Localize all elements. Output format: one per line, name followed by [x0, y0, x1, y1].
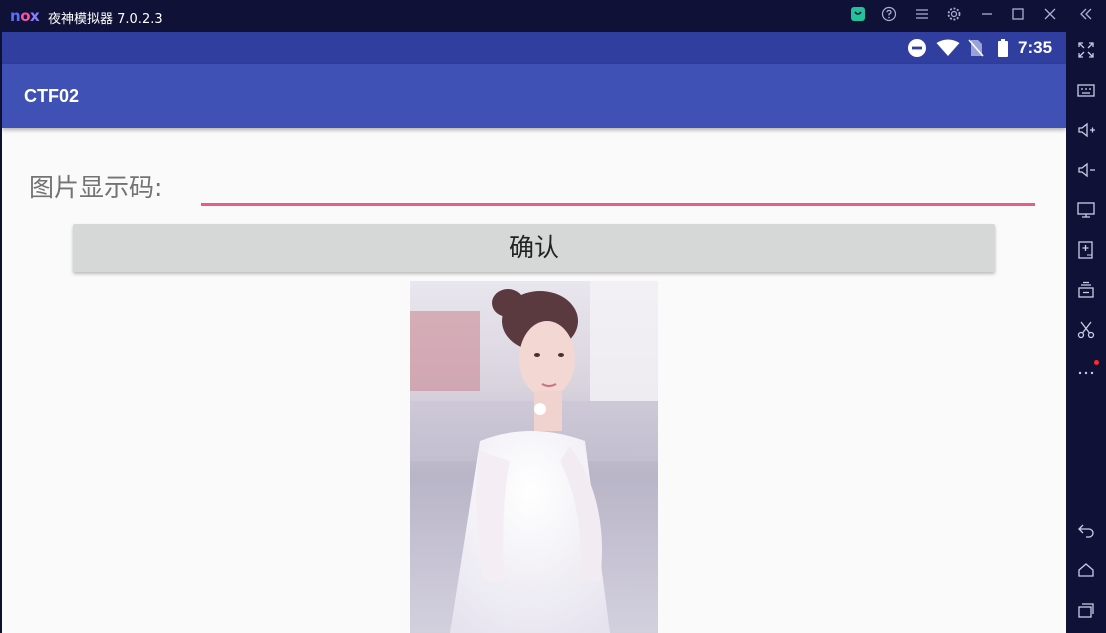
back-icon[interactable]	[1074, 520, 1098, 544]
screenshot-scissors-icon[interactable]	[1074, 320, 1098, 344]
displayed-photo	[410, 281, 658, 633]
emulator-title: 夜神模拟器 7.0.2.3	[48, 12, 163, 27]
volume-up-icon[interactable]	[1074, 120, 1098, 144]
image-code-label: 图片显示码:	[29, 173, 163, 202]
home-icon[interactable]	[1074, 560, 1098, 584]
status-bar: 7:35	[2, 32, 1066, 64]
minimize-icon[interactable]	[977, 6, 997, 26]
no-sim-icon	[968, 39, 984, 57]
battery-icon	[998, 39, 1008, 57]
app-title: CTF02	[24, 86, 80, 106]
keyboard-icon[interactable]	[1074, 80, 1098, 104]
multi-instance-icon[interactable]	[1074, 280, 1098, 304]
confirm-button[interactable]: 确认	[73, 224, 995, 272]
collapse-icon[interactable]	[1076, 6, 1096, 26]
bag-icon[interactable]	[848, 6, 868, 26]
volume-down-icon[interactable]	[1074, 160, 1098, 184]
menu-icon[interactable]	[912, 6, 932, 26]
close-icon[interactable]	[1040, 6, 1060, 26]
android-screen: 7:35 CTF02 图片显示码: 确认	[2, 32, 1066, 633]
maximize-icon[interactable]	[1008, 6, 1028, 26]
screen-icon[interactable]	[1074, 200, 1098, 224]
emulator-sidebar	[1066, 32, 1106, 633]
wifi-icon	[936, 39, 960, 56]
notification-dot	[1094, 360, 1099, 365]
fullscreen-icon[interactable]	[1074, 40, 1098, 64]
gear-icon[interactable]	[944, 6, 964, 26]
apk-install-icon[interactable]	[1074, 240, 1098, 264]
status-time: 7:35	[1018, 38, 1053, 57]
app-bar: CTF02	[2, 64, 1066, 128]
do-not-disturb-icon	[908, 39, 926, 57]
nox-logo: nox	[10, 7, 40, 25]
emulator-titlebar: nox 夜神模拟器 7.0.2.3	[0, 0, 1106, 32]
recents-icon[interactable]	[1074, 600, 1098, 624]
help-icon[interactable]	[879, 6, 899, 26]
image-code-input[interactable]	[201, 172, 1035, 206]
